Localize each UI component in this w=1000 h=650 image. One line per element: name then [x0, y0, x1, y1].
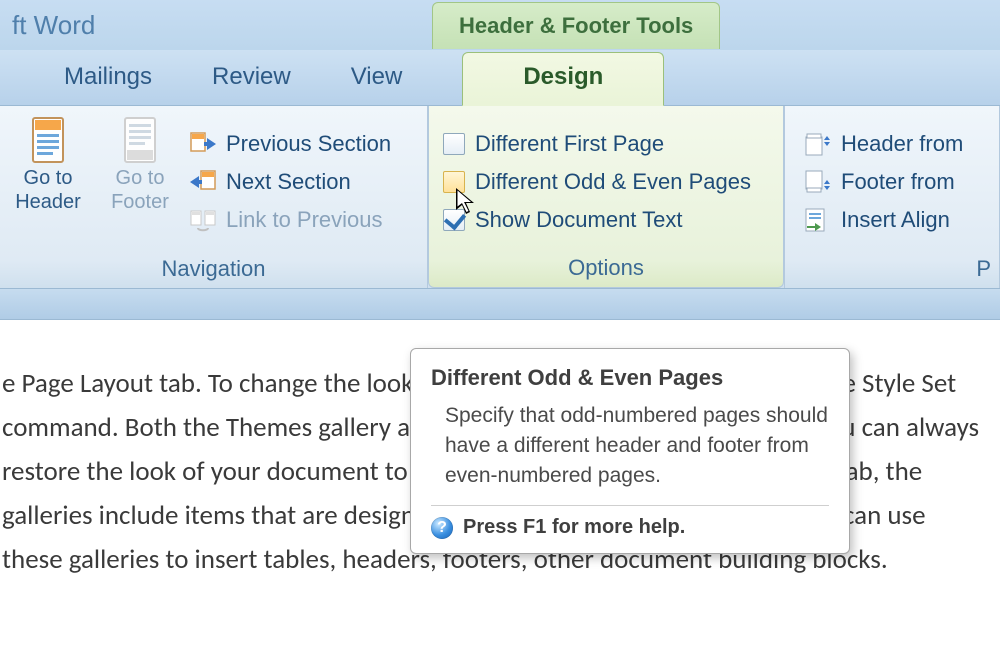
screentip: Different Odd & Even Pages Specify that … — [410, 348, 850, 554]
checkbox-checked-icon — [443, 209, 465, 231]
insert-alignment-tab-button[interactable]: Insert Align — [805, 207, 963, 233]
insert-alignment-tab-icon — [805, 208, 831, 232]
group-options: Different First Page Different Odd & Eve… — [428, 106, 784, 288]
tab-view[interactable]: View — [321, 53, 433, 105]
page-header-icon — [27, 116, 69, 166]
previous-section-button[interactable]: Previous Section — [190, 131, 391, 157]
tab-mailings[interactable]: Mailings — [34, 53, 182, 105]
contextual-tools-title: Header & Footer Tools — [432, 2, 720, 49]
page-footer-icon — [119, 116, 161, 166]
go-to-header-label-2: Header — [15, 190, 81, 214]
header-from-top-control[interactable]: Header from — [805, 131, 963, 157]
screentip-divider — [431, 505, 829, 506]
tab-review[interactable]: Review — [182, 53, 321, 105]
header-from-top-icon — [805, 132, 831, 156]
go-to-footer-label-1: Go to — [116, 166, 165, 190]
next-section-label: Next Section — [226, 169, 351, 195]
ribbon: Go to Header Go to Footer — [0, 106, 1000, 289]
insert-alignment-tab-label: Insert Align — [841, 207, 950, 233]
ribbon-tab-strip: Mailings Review View Design — [0, 50, 1000, 106]
go-to-header-label-1: Go to — [24, 166, 73, 190]
go-to-footer-button[interactable]: Go to Footer — [94, 108, 186, 252]
group-position: Header from Footer from — [784, 106, 1000, 288]
screentip-body: Specify that odd-numbered pages should h… — [445, 401, 829, 491]
next-section-button[interactable]: Next Section — [190, 169, 391, 195]
previous-section-icon — [190, 132, 216, 156]
tab-design[interactable]: Design — [462, 52, 664, 106]
group-position-label: P — [801, 252, 997, 288]
below-ribbon-strip — [0, 289, 1000, 320]
different-first-page-checkbox[interactable]: Different First Page — [443, 131, 751, 157]
footer-from-bottom-icon — [805, 170, 831, 194]
checkbox-icon — [443, 133, 465, 155]
checkbox-icon — [443, 171, 465, 193]
go-to-header-button[interactable]: Go to Header — [2, 108, 94, 252]
different-odd-even-label: Different Odd & Even Pages — [475, 169, 751, 195]
group-options-label: Options — [431, 251, 781, 287]
app-title: ft Word — [0, 10, 432, 41]
show-document-text-label: Show Document Text — [475, 207, 682, 233]
screentip-help-line: ? Press F1 for more help. — [431, 516, 829, 539]
different-first-page-label: Different First Page — [475, 131, 664, 157]
header-from-top-label: Header from — [841, 131, 963, 157]
show-document-text-checkbox[interactable]: Show Document Text — [443, 207, 751, 233]
next-section-icon — [190, 170, 216, 194]
previous-section-label: Previous Section — [226, 131, 391, 157]
link-to-previous-button: Link to Previous — [190, 207, 391, 233]
go-to-footer-label-2: Footer — [111, 190, 169, 214]
different-odd-even-checkbox[interactable]: Different Odd & Even Pages — [443, 169, 751, 195]
screentip-title: Different Odd & Even Pages — [431, 365, 829, 391]
link-to-previous-label: Link to Previous — [226, 207, 383, 233]
help-icon: ? — [431, 517, 453, 539]
footer-from-bottom-control[interactable]: Footer from — [805, 169, 963, 195]
link-to-previous-icon — [190, 208, 216, 232]
screentip-help-text: Press F1 for more help. — [463, 516, 685, 539]
group-navigation-label: Navigation — [2, 252, 425, 288]
group-navigation: Go to Header Go to Footer — [0, 106, 428, 288]
title-bar: ft Word Header & Footer Tools — [0, 0, 1000, 50]
footer-from-bottom-label: Footer from — [841, 169, 955, 195]
